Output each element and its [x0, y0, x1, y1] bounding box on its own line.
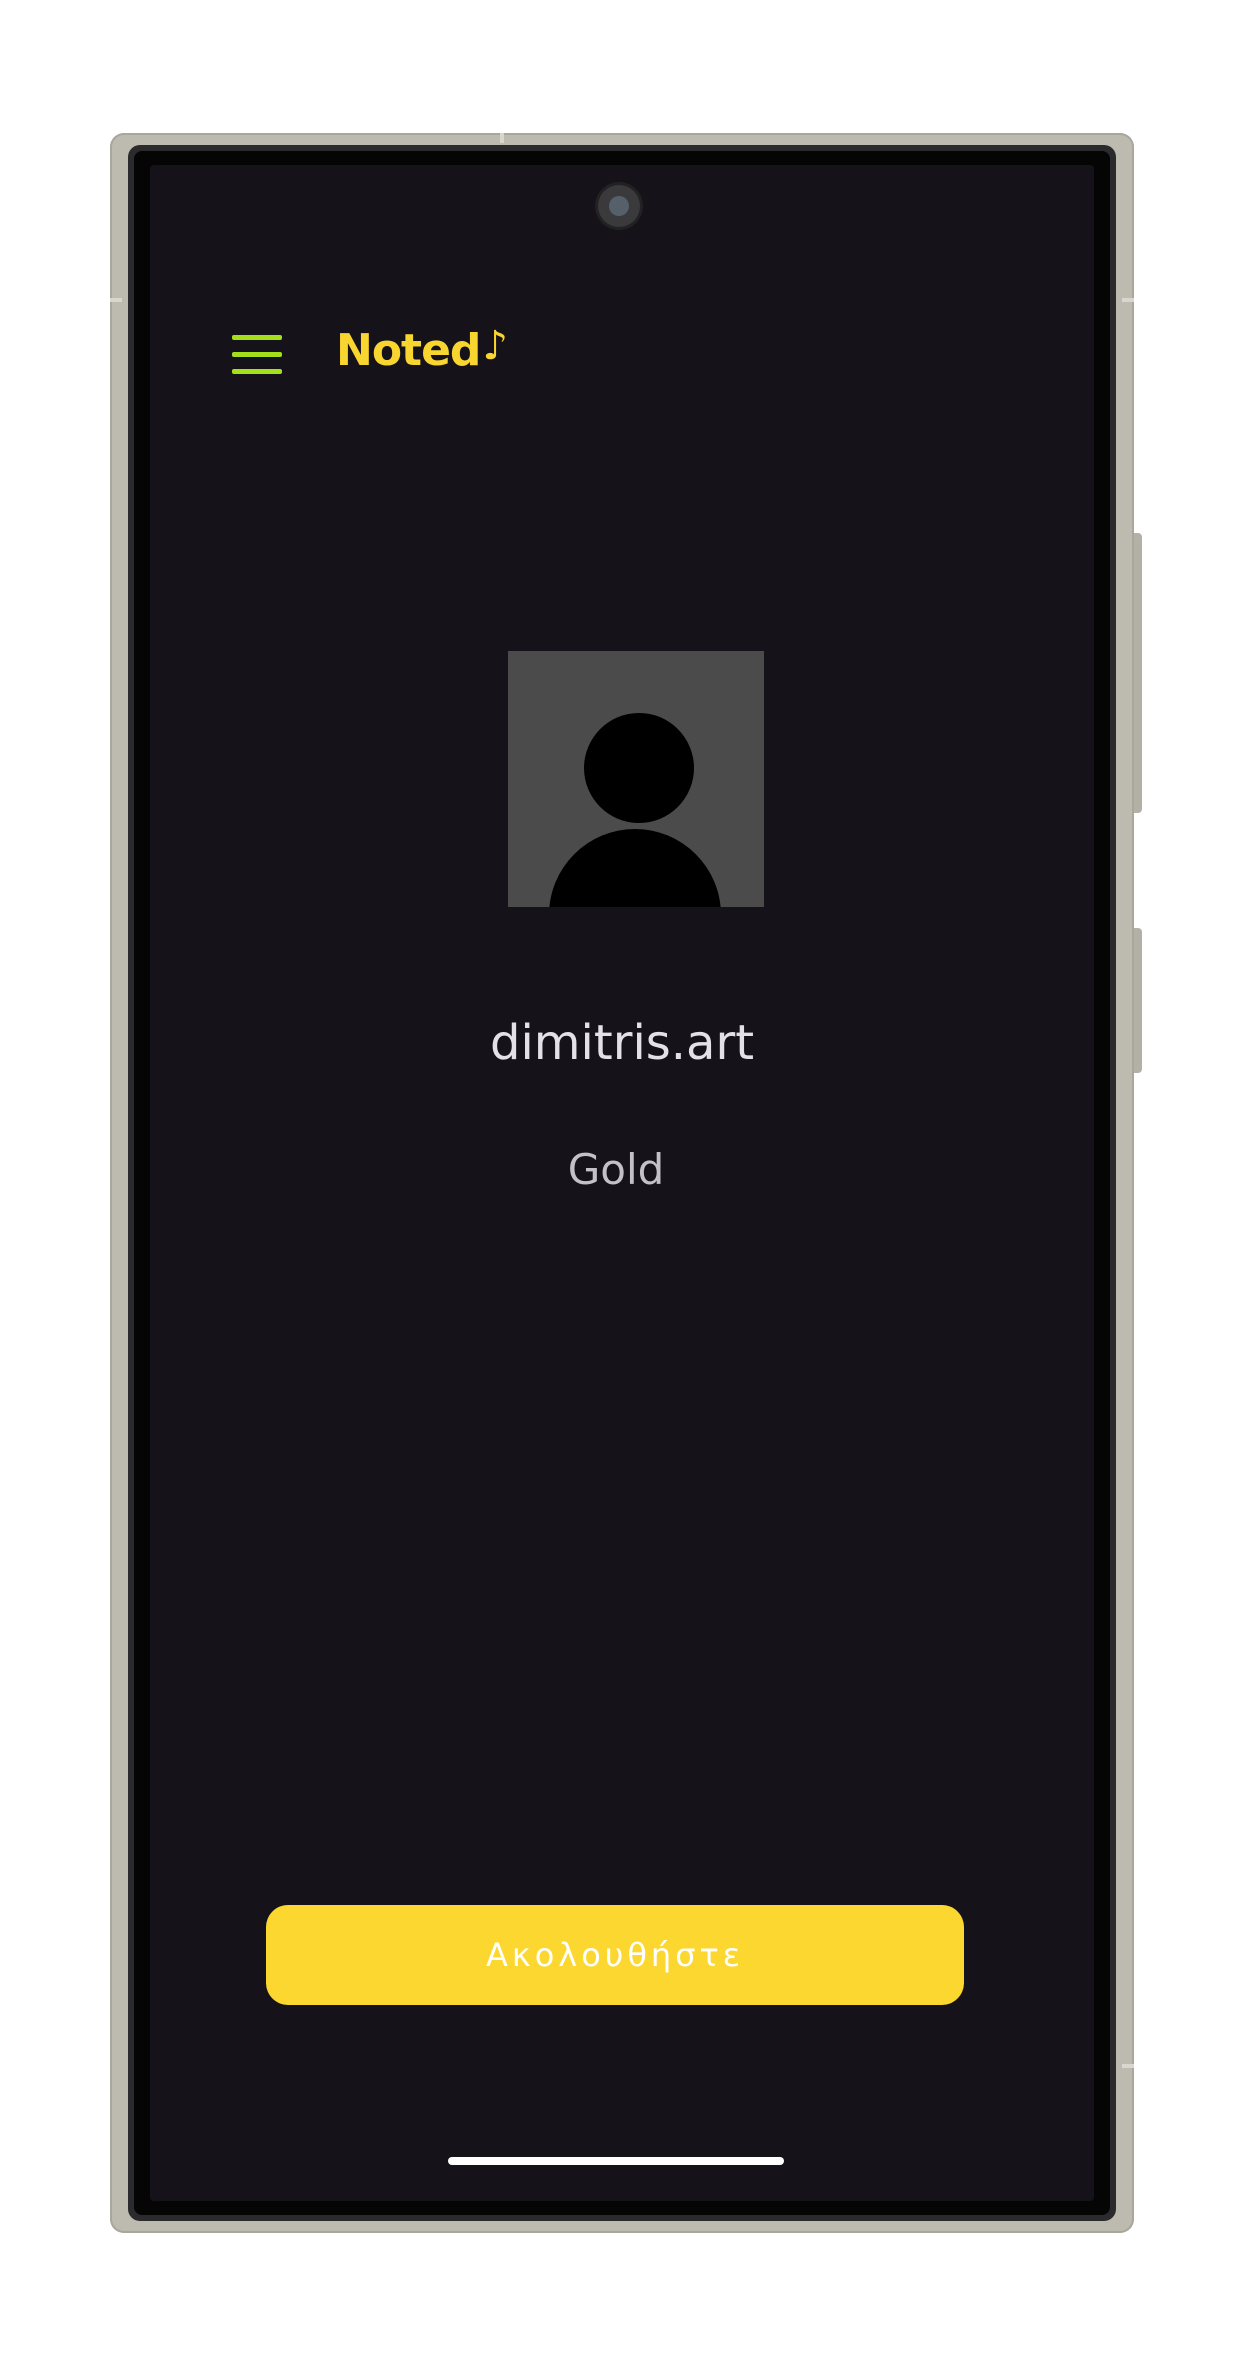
- phone-frame: Noted♪ dimitris.art Gold Ακολουθήστε: [110, 133, 1142, 2233]
- default-user-avatar-icon: [508, 651, 764, 907]
- app-logo: Noted♪: [336, 323, 508, 376]
- frame-seam: [1122, 2064, 1134, 2068]
- screen: Noted♪ dimitris.art Gold Ακολουθήστε: [150, 165, 1094, 2201]
- frame-seam: [500, 133, 504, 143]
- avatar-head: [584, 713, 694, 823]
- front-camera-icon: [598, 185, 640, 227]
- home-indicator[interactable]: [448, 2157, 784, 2165]
- bezel: Noted♪ dimitris.art Gold Ακολουθήστε: [128, 145, 1116, 2221]
- follow-button[interactable]: Ακολουθήστε: [266, 1905, 964, 2005]
- membership-tier: Gold: [567, 1145, 665, 1194]
- menu-line: [232, 352, 282, 357]
- page: Noted♪ dimitris.art Gold Ακολουθήστε: [0, 0, 1245, 2359]
- menu-line: [232, 369, 282, 374]
- frame-seam: [1122, 298, 1134, 302]
- username: dimitris.art: [489, 1015, 755, 1071]
- music-note-icon: ♪: [482, 323, 508, 369]
- hamburger-menu-icon[interactable]: [232, 335, 282, 375]
- volume-button: [1134, 533, 1142, 813]
- power-button: [1134, 928, 1142, 1073]
- avatar-body: [549, 829, 721, 907]
- menu-line: [232, 335, 282, 340]
- frame-seam: [110, 298, 122, 302]
- app-logo-text: Noted: [336, 325, 481, 376]
